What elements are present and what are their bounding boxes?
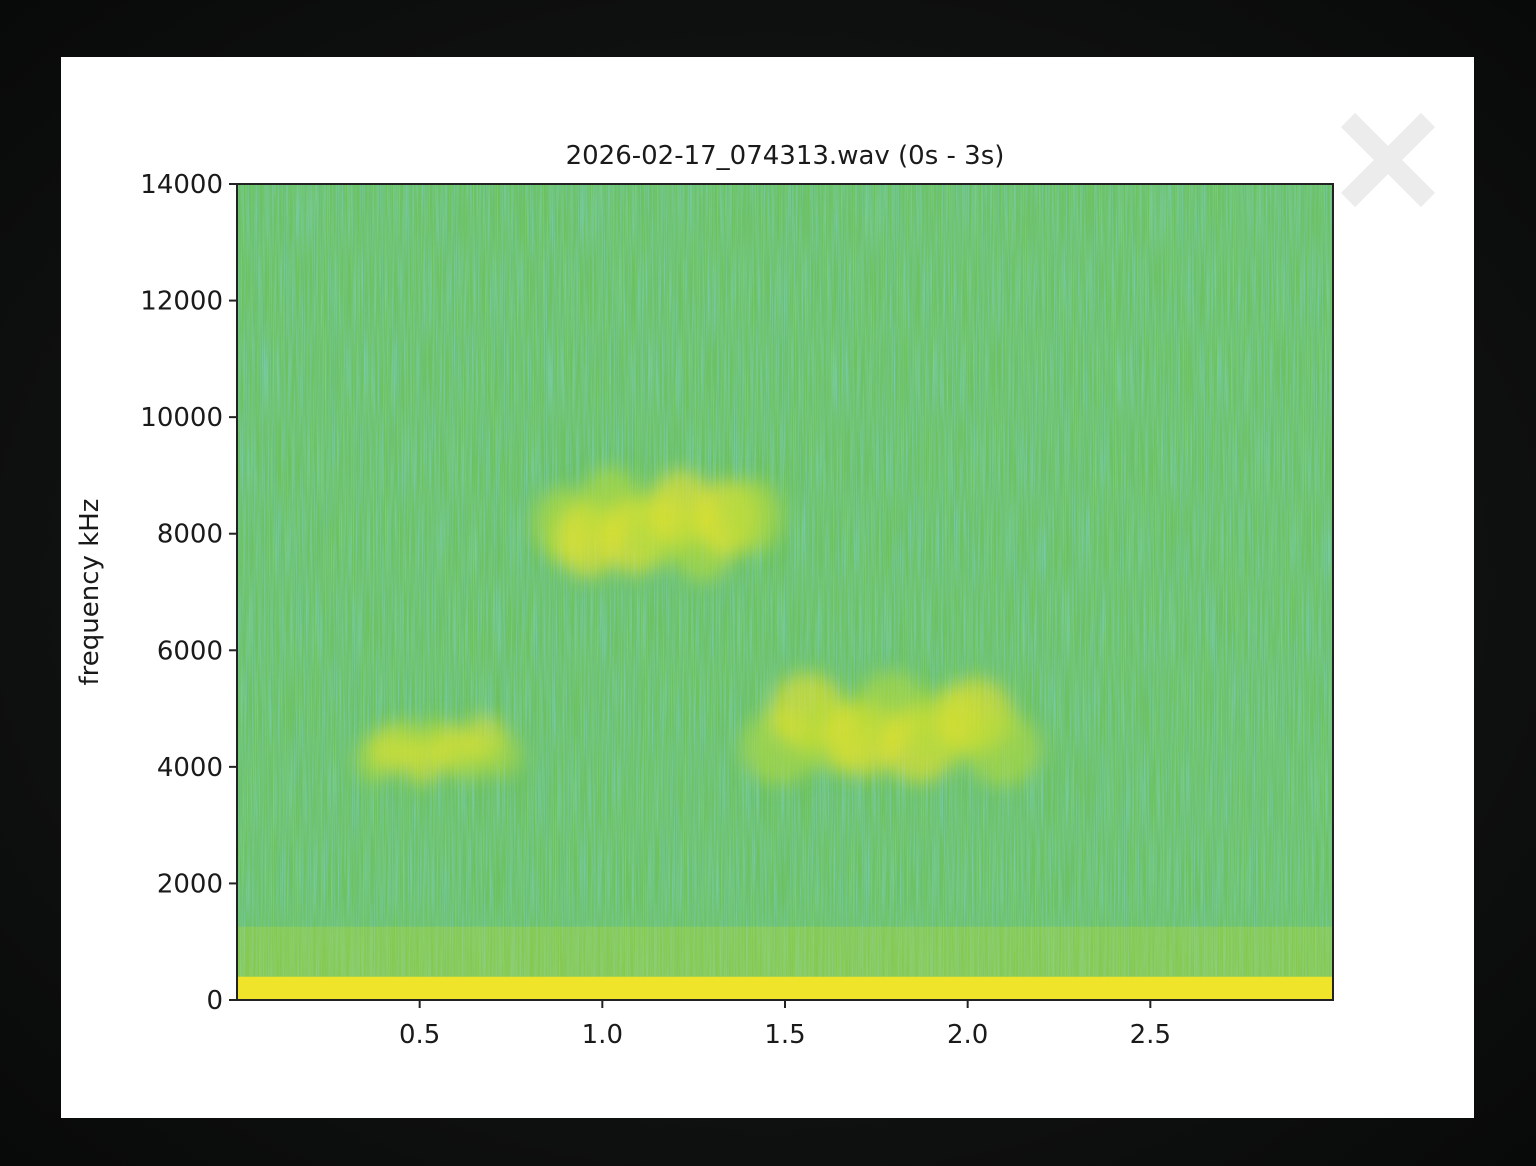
y-axis: 0 2000 4000 6000 8000 10000 12000 14000 [140,170,237,1016]
close-button[interactable] [1332,105,1444,217]
y-tick-label: 4000 [157,753,223,783]
x-tick-label: 2.0 [947,1020,988,1050]
y-tick-label: 8000 [157,520,223,550]
y-tick-label: 6000 [157,636,223,666]
y-tick-label: 12000 [140,287,223,317]
x-tick-label: 0.5 [399,1020,440,1050]
x-tick-label: 1.0 [582,1020,623,1050]
x-tick-label: 2.5 [1130,1020,1171,1050]
y-axis-label: frequency kHz [75,499,105,686]
y-tick-label: 10000 [140,403,223,433]
spectrogram-figure: 2026-02-17_074313.wav (0s - 3s) 0 2000 400… [75,105,1444,1050]
spectrogram-plot-area [237,184,1333,1000]
x-axis: 0.5 1.0 1.5 2.0 2.5 [399,1000,1171,1050]
y-tick-label: 2000 [157,869,223,899]
x-tick-label: 1.5 [764,1020,805,1050]
low-frequency-fade [237,926,1333,977]
y-tick-label: 14000 [140,170,223,200]
y-tick-label: 0 [206,986,223,1016]
spectrogram-noise-texture [237,184,1333,1000]
energy-blob [478,732,522,779]
energy-blob [718,478,782,554]
chart-title: 2026-02-17_074313.wav (0s - 3s) [566,141,1005,171]
energy-blob [964,711,1041,787]
